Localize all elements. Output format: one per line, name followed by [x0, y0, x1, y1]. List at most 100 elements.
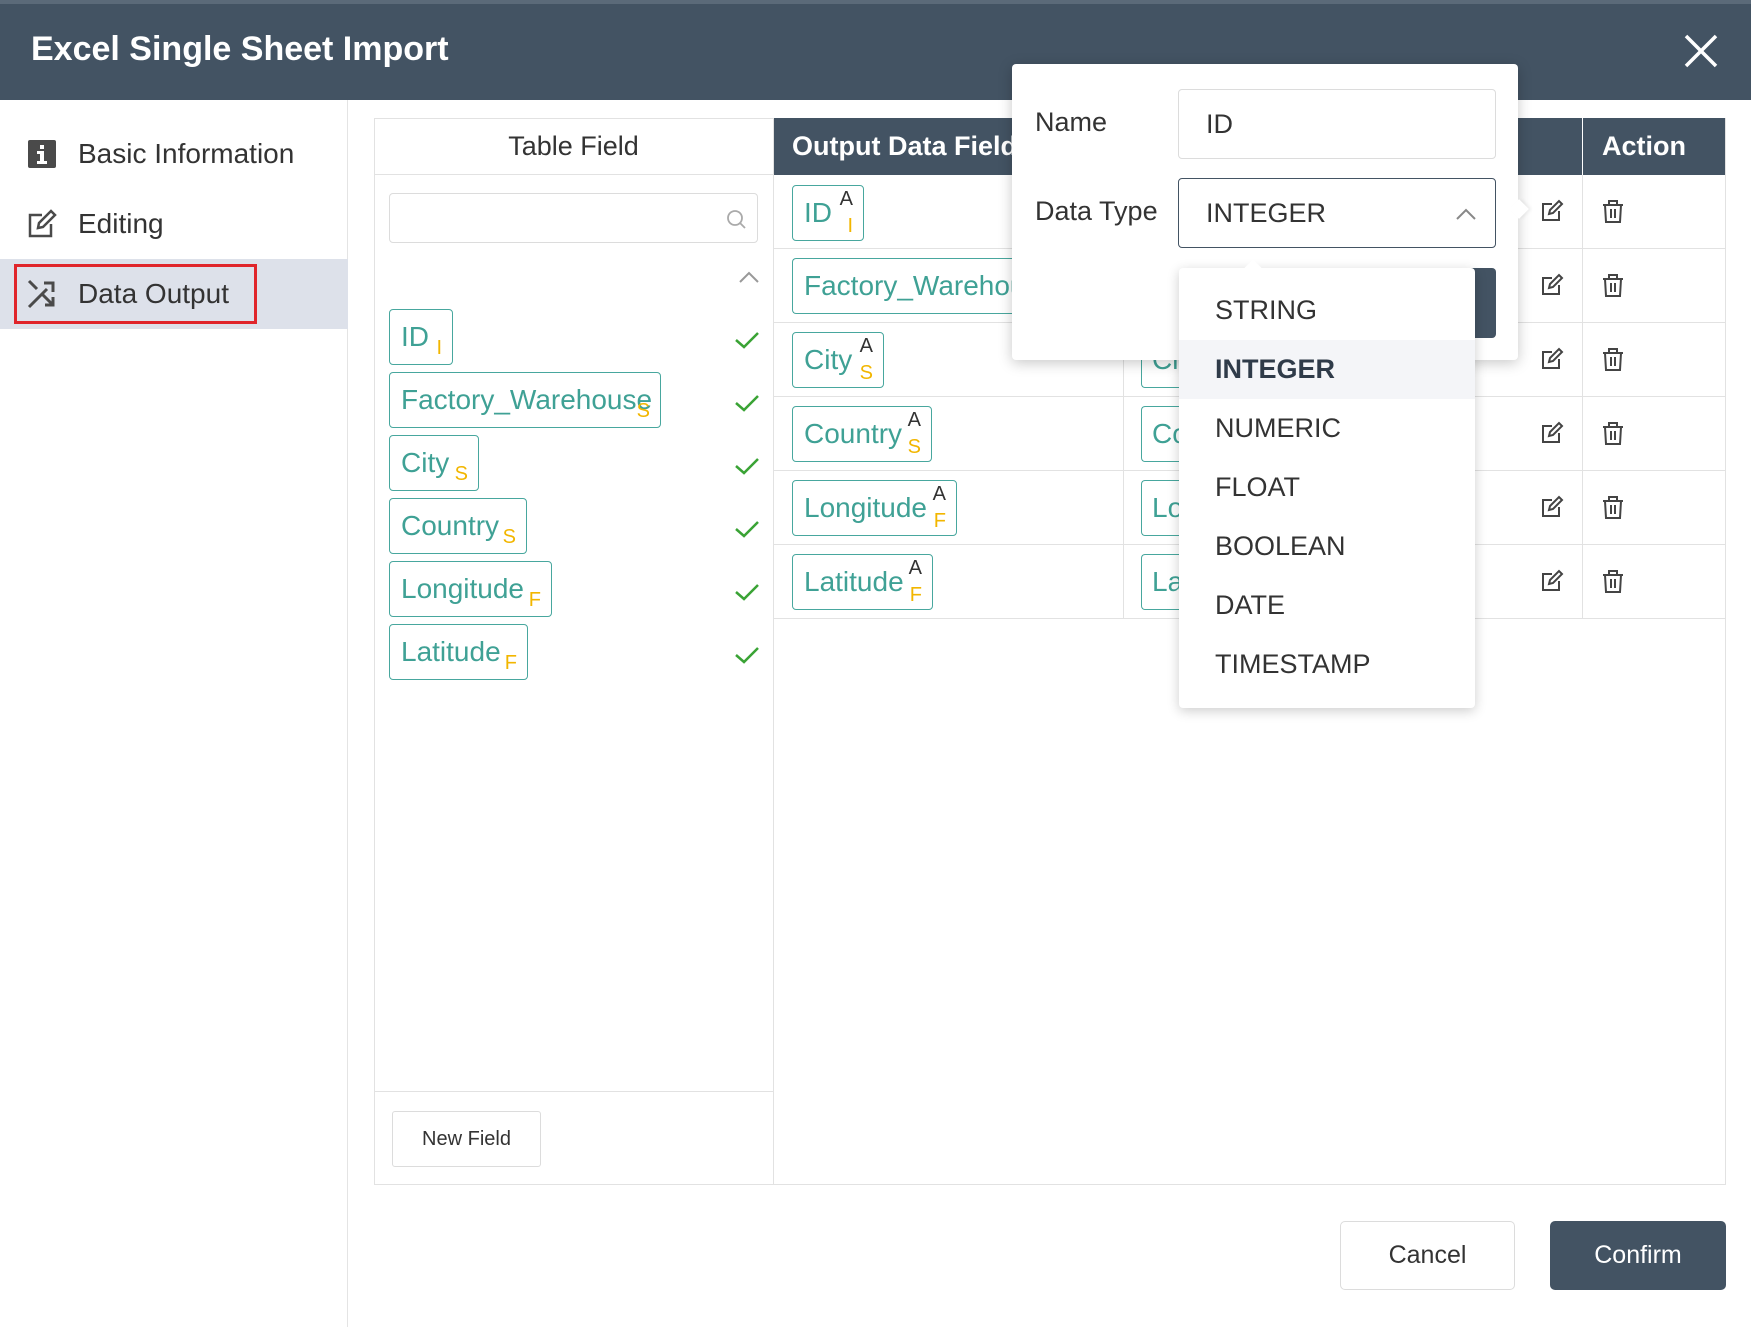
name-value: ID: [1206, 108, 1233, 139]
check-icon: [735, 521, 759, 538]
edit-icon[interactable]: [1540, 347, 1564, 371]
type-badge: S: [859, 362, 873, 384]
check-icon: [735, 332, 759, 349]
type-badge: S: [502, 526, 516, 548]
header-divider: [1582, 118, 1583, 175]
column-divider: [1582, 249, 1583, 323]
check-icon: [735, 458, 759, 475]
data-type-value: INTEGER: [1206, 197, 1327, 228]
field-name: Factory_Warehouse: [401, 384, 653, 415]
table-field-chip[interactable]: Factory_Warehouse S: [389, 372, 661, 428]
left-nav: Basic Information Editing Data Output: [0, 100, 348, 1327]
check-icon: [735, 584, 759, 601]
column-divider: [1582, 545, 1583, 619]
nav-label: Editing: [78, 208, 164, 239]
type-badge: F: [504, 652, 517, 674]
attr-badge: A: [859, 335, 873, 357]
field-name: ID: [401, 321, 429, 352]
name-label: Name: [1035, 107, 1108, 137]
trash-icon[interactable]: [1602, 570, 1624, 594]
column-divider: [1582, 397, 1583, 471]
type-badge: S: [907, 436, 921, 458]
data-type-select[interactable]: INTEGER: [1178, 178, 1496, 248]
nav-item-data-output[interactable]: Data Output: [0, 259, 348, 329]
option-integer[interactable]: INTEGER: [1179, 340, 1475, 399]
dialog-title: Excel Single Sheet Import: [31, 30, 449, 68]
table-field-chip[interactable]: Longitude F: [389, 561, 552, 617]
trash-icon[interactable]: [1602, 422, 1624, 446]
field-name: Longitude: [804, 492, 928, 523]
trash-icon[interactable]: [1602, 496, 1624, 520]
column-divider: [1123, 471, 1124, 545]
table-field-chip[interactable]: ID I: [389, 309, 453, 365]
option-boolean[interactable]: BOOLEAN: [1179, 517, 1475, 576]
column-divider: [1582, 471, 1583, 545]
chevron-up-icon[interactable]: [738, 270, 760, 284]
check-icon: [735, 395, 759, 412]
option-timestamp[interactable]: TIMESTAMP: [1179, 635, 1475, 694]
target-field-chip[interactable]: La: [1141, 554, 1181, 610]
nav-item-basic-information[interactable]: Basic Information: [0, 119, 348, 189]
new-field-button[interactable]: New Field: [392, 1111, 541, 1167]
top-strip: [0, 0, 1751, 4]
table-field-column: Table Field ID I Factory_Warehouse S Cit…: [374, 118, 774, 1185]
search-icon: [727, 210, 746, 229]
option-date[interactable]: DATE: [1179, 576, 1475, 635]
column-divider: [1123, 545, 1124, 619]
table-field-header: Table Field: [374, 118, 773, 175]
data-type-dropdown: STRING INTEGER NUMERIC FLOAT BOOLEAN DAT…: [1179, 259, 1475, 708]
option-float[interactable]: FLOAT: [1179, 458, 1475, 517]
field-name: Latitude: [804, 566, 904, 597]
column-divider: [1123, 397, 1124, 471]
nav-label: Data Output: [78, 278, 229, 309]
table-field-chip[interactable]: Country S: [389, 498, 527, 554]
field-search-input[interactable]: [389, 193, 758, 243]
name-input[interactable]: ID: [1178, 89, 1496, 159]
type-badge: S: [636, 400, 650, 422]
option-numeric[interactable]: NUMERIC: [1179, 399, 1475, 458]
target-field-chip[interactable]: Lo: [1141, 480, 1181, 536]
target-field-chip[interactable]: Co: [1141, 406, 1181, 462]
trash-icon[interactable]: [1602, 200, 1624, 224]
cancel-button[interactable]: Cancel: [1340, 1221, 1515, 1290]
table-field-chip[interactable]: Latitude F: [389, 624, 528, 680]
attr-badge: A: [908, 557, 922, 579]
nav-item-editing[interactable]: Editing: [0, 189, 348, 259]
field-name: ID: [804, 197, 832, 228]
field-name: Latitude: [401, 636, 501, 667]
trash-icon[interactable]: [1602, 274, 1624, 298]
attr-badge: A: [839, 188, 853, 210]
option-string[interactable]: STRING: [1179, 281, 1475, 340]
shuffle-icon: [27, 279, 55, 309]
trash-icon[interactable]: [1602, 348, 1624, 372]
edit-icon[interactable]: [1540, 569, 1564, 593]
field-name: Country: [401, 510, 500, 541]
confirm-button[interactable]: Confirm: [1550, 1221, 1726, 1290]
output-field-chip[interactable]: City A S: [792, 332, 884, 388]
chevron-up-icon: [1456, 208, 1476, 220]
close-icon[interactable]: [1682, 32, 1720, 70]
type-badge: I: [436, 337, 442, 359]
edit-icon: [28, 209, 57, 238]
info-icon: [28, 140, 56, 168]
edit-icon[interactable]: [1540, 421, 1564, 445]
type-badge: F: [933, 510, 946, 532]
check-icon: [735, 647, 759, 664]
field-name: City: [804, 344, 853, 375]
output-field-chip[interactable]: Longitude A F: [792, 480, 957, 536]
output-field-chip[interactable]: Latitude A F: [792, 554, 933, 610]
column-divider: [1582, 323, 1583, 397]
table-field-footer: New Field: [374, 1091, 773, 1185]
output-field-chip[interactable]: ID A I: [792, 185, 864, 241]
field-name: Country: [804, 418, 903, 449]
field-name: Longitude: [401, 573, 525, 604]
edit-icon[interactable]: [1540, 495, 1564, 519]
type-badge: I: [847, 215, 853, 237]
table-field-chip[interactable]: City S: [389, 435, 479, 491]
output-field-chip[interactable]: Country A S: [792, 406, 932, 462]
output-field-header: Output Data Field: [792, 131, 1017, 161]
type-badge: F: [528, 589, 541, 611]
edit-icon[interactable]: [1540, 273, 1564, 297]
attr-badge: A: [907, 409, 921, 431]
edit-icon[interactable]: [1540, 199, 1564, 223]
